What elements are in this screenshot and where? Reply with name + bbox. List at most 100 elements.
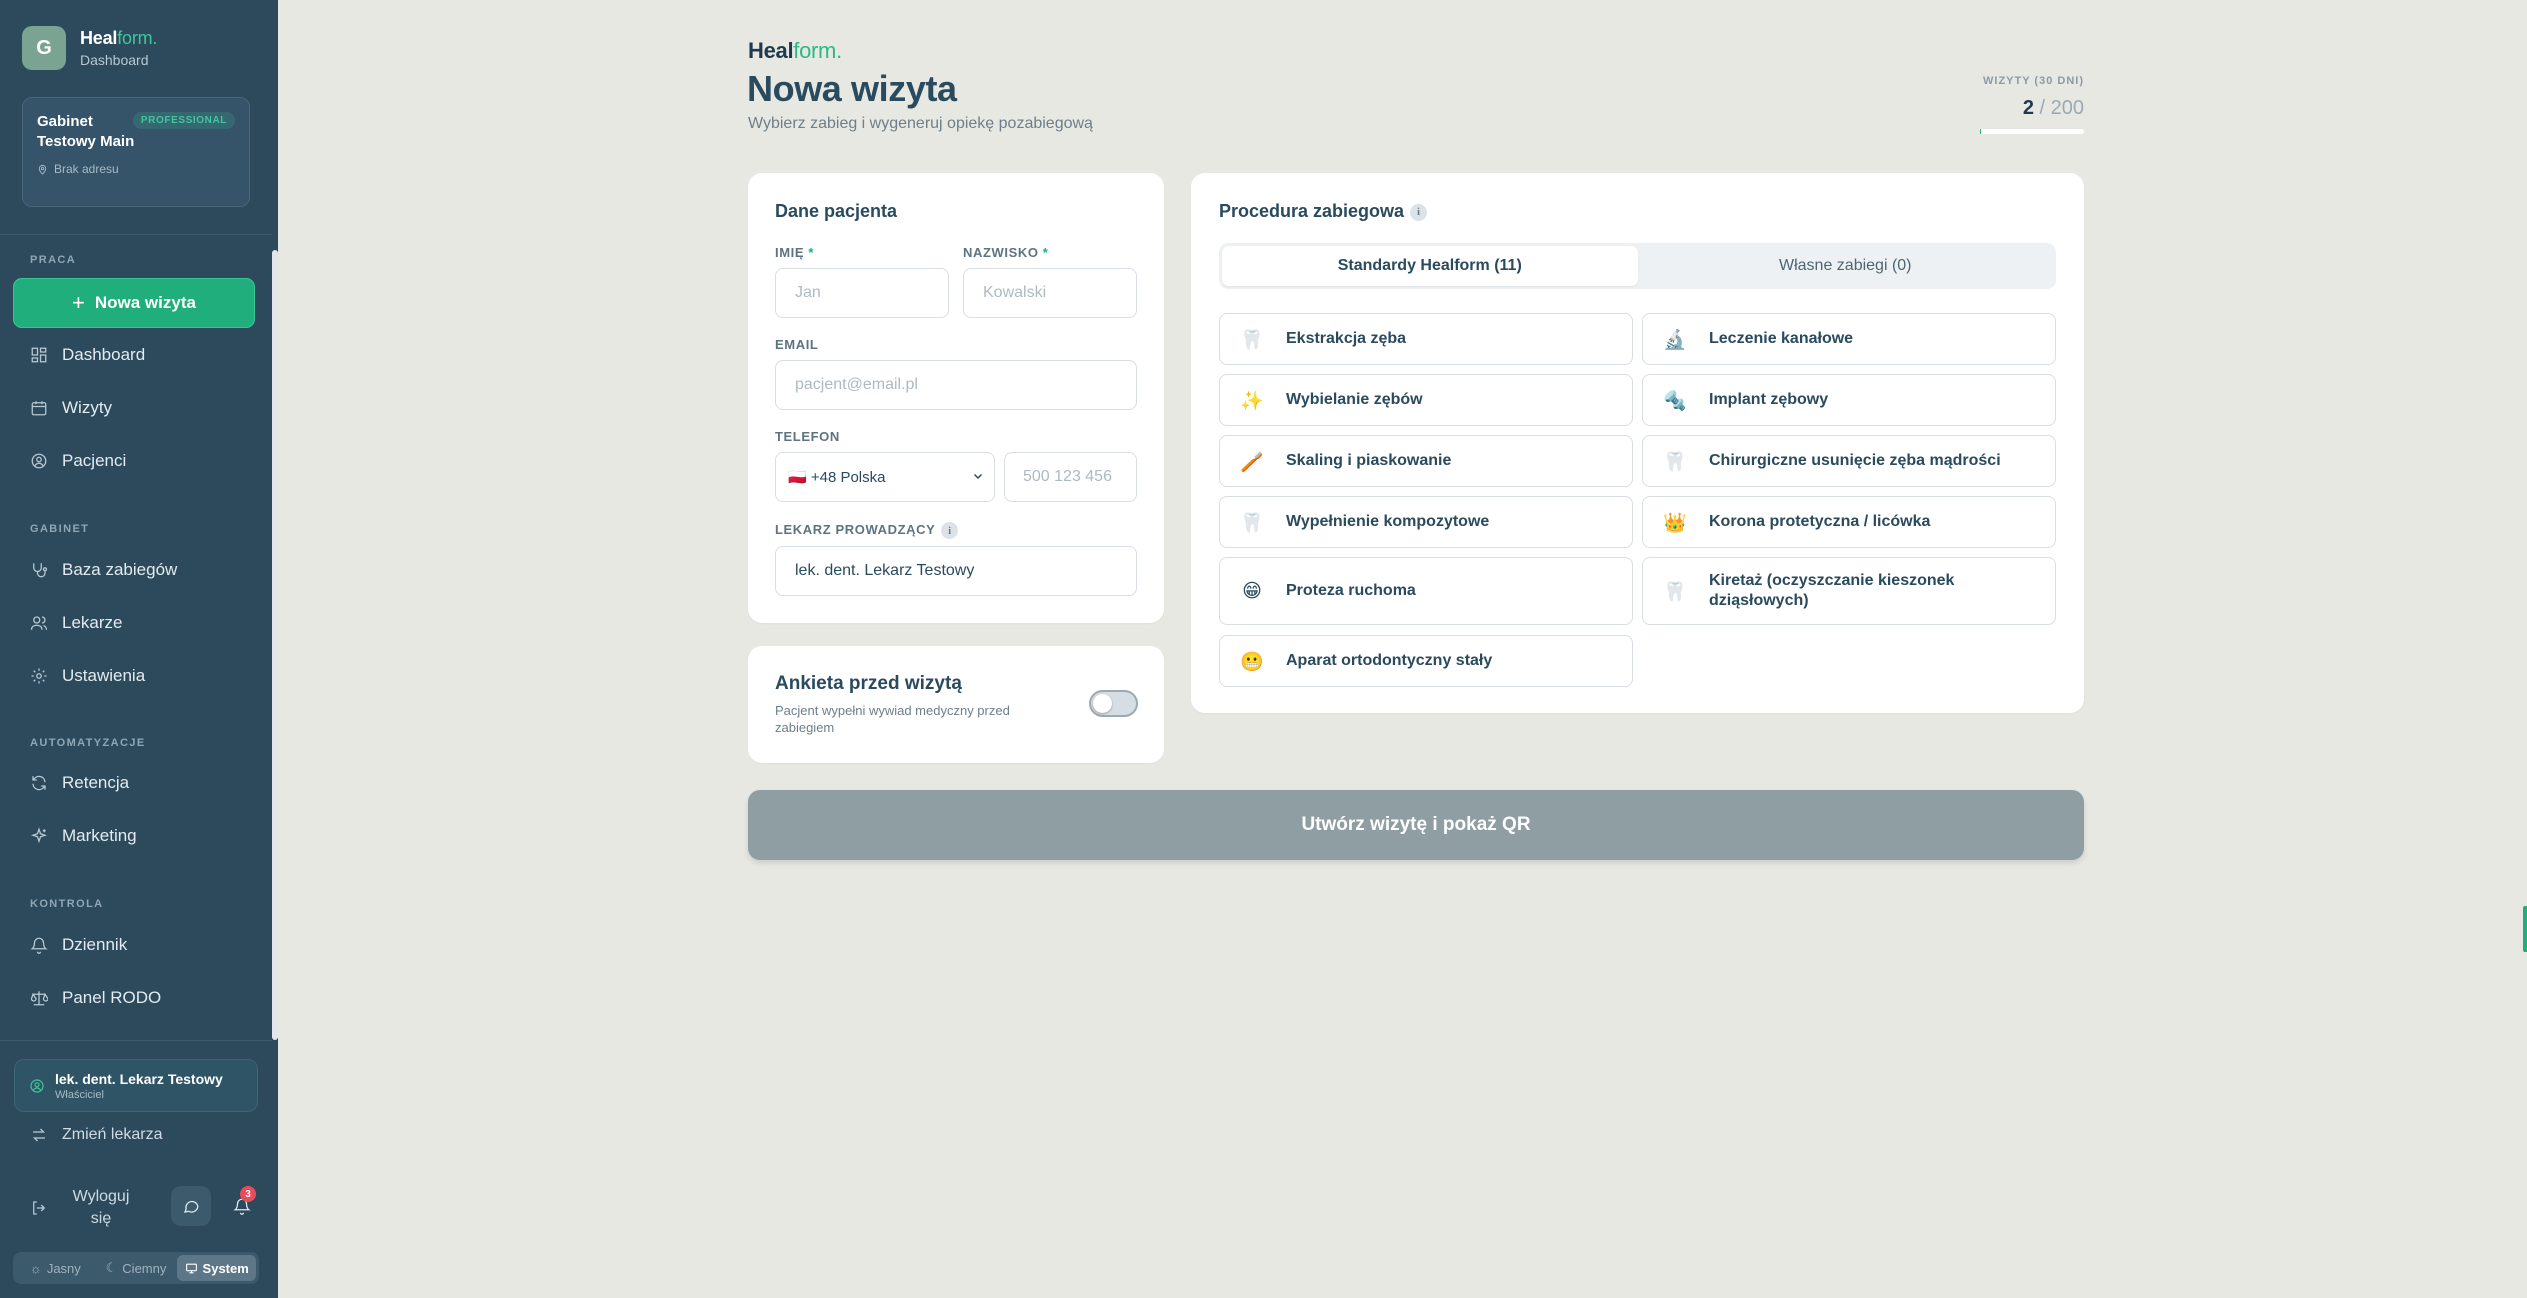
user-circle-icon [30,1078,44,1093]
theme-dark-option[interactable]: ☾ Ciemny [97,1255,176,1281]
procedure-option-label: Wybielanie zębów [1286,391,1423,408]
procedure-option-label: Ekstrakcja zęba [1286,330,1407,347]
visits-counter-label: WIZYTY (30 DNI) [1983,75,2084,87]
toggle-knob [1093,694,1112,713]
create-visit-button[interactable]: Utwórz wizytę i pokaż QR [748,790,2084,860]
notifications-button[interactable]: 3 [222,1186,262,1226]
tab-healform-standards[interactable]: Standardy Healform (11) [1222,246,1638,286]
sidebar-item-dashboard[interactable]: Dashboard [30,340,145,370]
moon-icon: ☾ [105,1260,118,1275]
info-icon[interactable]: i [1410,203,1428,221]
tab-own-procedures[interactable]: Własne zabiegi (0) [1638,246,2054,286]
clinic-name: Gabinet Testowy Main [37,113,135,150]
logout-button[interactable]: Wyloguj się [30,1186,136,1230]
procedure-option[interactable]: 👑 Korona protetyczna / licówka [1642,496,2056,548]
sidebar-item-settings[interactable]: Ustawienia [30,661,145,691]
section-automation: AUTOMATYZACJE [30,737,146,749]
procedure-card-title: Procedura zabiegowa i [1219,201,1428,222]
procedure-option[interactable]: 🪥 Skaling i piaskowanie [1219,435,1633,487]
section-control: KONTROLA [30,898,104,910]
sidebar-item-procedures[interactable]: Baza zabiegów [30,555,177,585]
monitor-icon [185,1263,197,1273]
procedure-option[interactable]: 🔩 Implant zębowy [1642,374,2056,426]
procedure-option-label: Aparat ortodontyczny stały [1286,652,1493,669]
refresh-icon [32,775,46,791]
procedure-option[interactable]: 😁 Proteza ruchoma [1219,557,1633,625]
page-subtitle: Wybierz zabieg i wygeneruj opiekę pozabi… [748,115,1093,132]
info-icon[interactable]: i [941,522,959,540]
swap-icon [32,1128,46,1142]
email-input[interactable]: pacjent@email.pl [775,360,1137,410]
new-visit-button[interactable]: + Nowa wizyta [13,278,255,328]
chat-button[interactable] [171,1186,211,1226]
procedure-option[interactable]: 🦷 Ekstrakcja zęba [1219,313,1633,365]
survey-toggle[interactable] [1089,690,1138,717]
current-doctor-role: Właściciel [55,1088,104,1101]
clinic-card[interactable]: Gabinet Testowy Main PROFESSIONAL Brak a… [22,97,250,207]
brand-subtitle: Dashboard [80,52,149,68]
phone-input[interactable]: 500 123 456 [1004,452,1137,502]
sidebar-item-visits[interactable]: Wizyty [30,393,112,423]
edge-indicator [2523,906,2527,952]
plus-icon: + [72,290,85,315]
stethoscope-icon [33,563,48,578]
sidebar-item-doctors[interactable]: Lekarze [30,608,122,638]
section-clinic: GABINET [30,523,90,535]
sparkles-icon: ✨ [1240,389,1264,412]
scale-icon [30,991,48,1006]
sidebar: G Healform. Dashboard Gabinet Testowy Ma… [0,0,278,1298]
theme-switcher: ☼ Jasny ☾ Ciemny System [13,1252,259,1284]
section-work: PRACA [30,254,77,266]
procedure-option-label: Chirurgiczne usunięcie zęba mądrości [1709,452,2001,469]
procedure-option-label: Leczenie kanałowe [1709,330,1854,347]
visits-progress-bar [1980,129,2084,134]
sidebar-item-log[interactable]: Dziennik [30,930,127,960]
bell-outline-icon [30,937,48,954]
sidebar-item-marketing[interactable]: Marketing [30,821,137,851]
patient-card-title: Dane pacjenta [775,201,898,221]
country-select[interactable]: 🇵🇱 +48 Polska [775,452,995,502]
last-name-input[interactable]: Kowalski [963,268,1137,318]
brand-name: Healform. [80,28,158,48]
procedure-option-label: Korona protetyczna / licówka [1709,513,1931,530]
doctor-label: LEKARZ PROWADZĄCY i [775,522,959,540]
switch-doctor-button[interactable]: Zmień lekarza [30,1126,162,1144]
first-name-input[interactable]: Jan [775,268,949,318]
procedure-option[interactable]: 🦷 Chirurgiczne usunięcie zęba mądrości [1642,435,2056,487]
tooth-icon: 🦷 [1240,328,1264,351]
logout-icon [33,1201,46,1215]
sidebar-item-gdpr[interactable]: Panel RODO [30,983,161,1013]
procedure-option-label: Implant zębowy [1709,391,1829,408]
procedure-option[interactable]: 😬 Aparat ortodontyczny stały [1219,635,1633,687]
procedure-option-label: Proteza ruchoma [1286,582,1416,599]
procedure-option[interactable]: 🔬 Leczenie kanałowe [1642,313,2056,365]
doctor-select[interactable]: lek. dent. Lekarz Testowy [775,546,1137,596]
procedure-option[interactable]: 🦷 Wypełnienie kompozytowe [1219,496,1633,548]
first-name-label: IMIĘ * [775,245,815,260]
sidebar-scrollbar[interactable] [272,250,278,1040]
plan-badge: PROFESSIONAL [132,112,235,129]
procedure-option-label: Kiretaż (oczyszczanie kieszonek dziąsłow… [1709,572,1955,609]
tooth-icon: 🦷 [1663,580,1687,603]
sidebar-item-retention[interactable]: Retencja [30,768,129,798]
sidebar-divider [0,234,272,235]
brand[interactable]: G Healform. Dashboard [22,26,157,70]
theme-light-option[interactable]: ☼ Jasny [16,1255,95,1281]
screw-icon: 🔩 [1663,389,1687,412]
toothbrush-icon: 🪥 [1240,450,1264,473]
chat-icon [184,1200,199,1213]
grin-icon: 😁 [1242,580,1262,602]
sidebar-item-patients[interactable]: Pacjenci [30,446,126,476]
chevron-down-icon [973,473,983,480]
sidebar-divider [0,1040,272,1041]
procedure-option[interactable]: ✨ Wybielanie zębów [1219,374,1633,426]
notifications-badge: 3 [240,1186,256,1202]
current-doctor-card[interactable]: lek. dent. Lekarz Testowy Właściciel [14,1059,258,1112]
phone-label: TELEFON [775,429,840,444]
theme-system-option[interactable]: System [177,1255,257,1281]
users-icon [30,616,48,630]
procedure-option[interactable]: 🦷 Kiretaż (oczyszczanie kieszonek dziąsło… [1642,557,2056,625]
crown-icon: 👑 [1663,511,1687,534]
current-doctor-name: lek. dent. Lekarz Testowy [55,1070,223,1087]
survey-title: Ankieta przed wizytą [775,673,962,694]
